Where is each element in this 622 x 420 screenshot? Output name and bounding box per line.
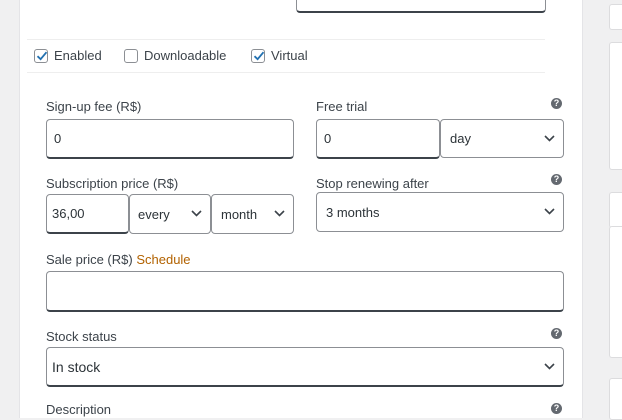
sale-price-input[interactable] (46, 271, 564, 312)
side-card-1 (609, 4, 622, 30)
chevron-down-icon (274, 210, 285, 217)
side-card-5 (609, 378, 622, 420)
billing-period-value: month (221, 206, 258, 222)
chevron-down-icon (544, 362, 555, 370)
billing-interval-select[interactable]: every (129, 194, 211, 234)
enabled-label: Enabled (54, 48, 102, 63)
stock-status-label: Stock status (46, 329, 117, 344)
chevron-down-icon (191, 210, 202, 217)
virtual-option[interactable]: Virtual (251, 48, 308, 63)
side-card-4 (609, 226, 622, 358)
product-type-options: Enabled Downloadable Virtual (27, 39, 545, 73)
side-card-3 (609, 192, 622, 228)
subscription-price-input[interactable]: 36,00 (46, 194, 129, 234)
chevron-down-icon (544, 134, 555, 142)
virtual-label: Virtual (271, 48, 308, 63)
downloadable-checkbox[interactable] (124, 48, 138, 63)
billing-period-select[interactable]: month (211, 194, 294, 234)
side-card-2 (609, 42, 622, 170)
description-label: Description (46, 402, 112, 417)
stock-status-help-icon[interactable]: ? (551, 328, 562, 339)
chevron-down-icon (544, 208, 555, 215)
billing-interval-value: every (138, 206, 170, 222)
description-help-icon[interactable]: ? (551, 403, 562, 414)
sale-price-label: Sale price (R$) (46, 252, 133, 267)
free-trial-label: Free trial (316, 99, 368, 114)
sale-price-label-row: Sale price (R$) Schedule (46, 252, 191, 267)
free-trial-input[interactable]: 0 (316, 119, 440, 159)
top-partial-field[interactable] (296, 0, 546, 13)
stock-status-value: In stock (52, 358, 101, 375)
downloadable-option[interactable]: Downloadable (124, 48, 226, 63)
stop-renewing-help-icon[interactable]: ? (551, 174, 562, 185)
schedule-link[interactable]: Schedule (136, 252, 190, 267)
enabled-checkbox[interactable] (34, 48, 48, 63)
stop-renewing-select[interactable]: 3 months (316, 192, 564, 232)
stop-renewing-label: Stop renewing after (316, 176, 429, 191)
free-trial-period-select[interactable]: day (440, 119, 564, 158)
stop-renewing-value: 3 months (326, 204, 380, 220)
subscription-price-label: Subscription price (R$) (46, 176, 179, 191)
stock-status-select[interactable]: In stock (46, 347, 564, 387)
enabled-option[interactable]: Enabled (34, 48, 102, 63)
downloadable-label: Downloadable (144, 48, 227, 63)
free-trial-help-icon[interactable]: ? (551, 98, 562, 109)
free-trial-period-value: day (450, 131, 471, 146)
signup-fee-label: Sign-up fee (R$) (46, 99, 142, 114)
virtual-checkbox[interactable] (251, 48, 265, 63)
signup-fee-input[interactable]: 0 (46, 119, 294, 159)
